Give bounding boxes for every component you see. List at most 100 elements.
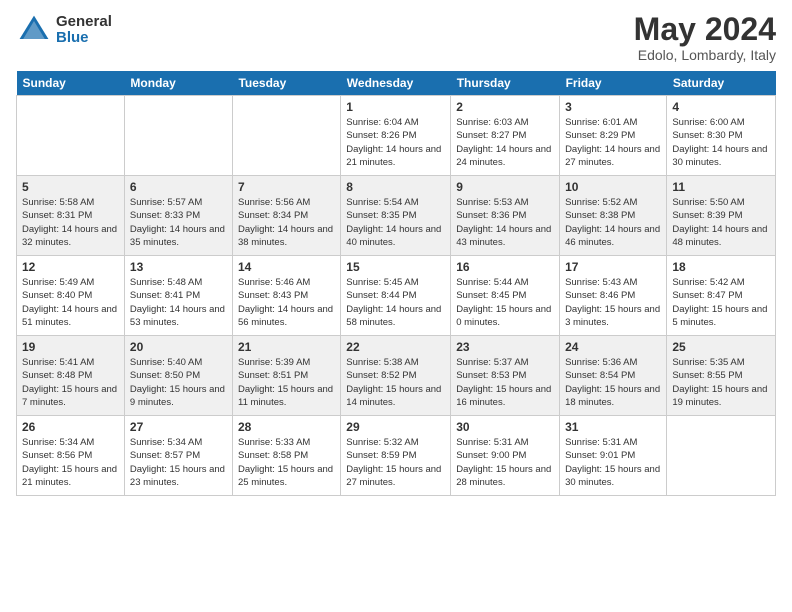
calendar-day: 3Sunrise: 6:01 AM Sunset: 8:29 PM Daylig… bbox=[560, 96, 667, 176]
day-number: 6 bbox=[130, 180, 227, 194]
day-number: 28 bbox=[238, 420, 335, 434]
day-info: Sunrise: 5:56 AM Sunset: 8:34 PM Dayligh… bbox=[238, 196, 335, 249]
calendar-day bbox=[667, 416, 776, 496]
day-number: 30 bbox=[456, 420, 554, 434]
calendar-day: 18 Sunrise: 5:42 AM Sunset: 8:47 PM Dayli… bbox=[667, 256, 776, 336]
day-number: 29 bbox=[346, 420, 445, 434]
col-saturday: Saturday bbox=[667, 71, 776, 96]
calendar-day: 8 Sunrise: 5:54 AM Sunset: 8:35 PM Daylig… bbox=[341, 176, 451, 256]
calendar-day: 9Sunrise: 5:53 AM Sunset: 8:36 PM Daylig… bbox=[451, 176, 560, 256]
day-number: 2 bbox=[456, 100, 554, 114]
calendar-day bbox=[232, 96, 340, 176]
calendar-day: 29 Sunrise: 5:32 AM Sunset: 8:59 PM Dayli… bbox=[341, 416, 451, 496]
day-number: 15 bbox=[346, 260, 445, 274]
day-info: Sunrise: 5:46 AM Sunset: 8:43 PM Dayligh… bbox=[238, 276, 335, 329]
day-number: 4 bbox=[672, 100, 770, 114]
day-number: 10 bbox=[565, 180, 661, 194]
day-info: Sunrise: 6:04 AM Sunset: 8:26 PM Dayligh… bbox=[346, 116, 445, 169]
col-friday: Friday bbox=[560, 71, 667, 96]
calendar-day: 16Sunrise: 5:44 AM Sunset: 8:45 PM Dayli… bbox=[451, 256, 560, 336]
day-info: Sunrise: 5:45 AM Sunset: 8:44 PM Dayligh… bbox=[346, 276, 445, 329]
calendar-week-3: 12 Sunrise: 5:49 AM Sunset: 8:40 PM Dayli… bbox=[17, 256, 776, 336]
logo-general: General bbox=[56, 14, 112, 31]
day-info: Sunrise: 5:38 AM Sunset: 8:52 PM Dayligh… bbox=[346, 356, 445, 409]
calendar-day: 26 Sunrise: 5:34 AM Sunset: 8:56 PM Dayli… bbox=[17, 416, 125, 496]
day-number: 22 bbox=[346, 340, 445, 354]
day-info: Sunrise: 5:39 AM Sunset: 8:51 PM Dayligh… bbox=[238, 356, 335, 409]
calendar-day: 31Sunrise: 5:31 AM Sunset: 9:01 PM Dayli… bbox=[560, 416, 667, 496]
day-number: 12 bbox=[22, 260, 119, 274]
day-info: Sunrise: 5:31 AM Sunset: 9:01 PM Dayligh… bbox=[565, 436, 661, 489]
month-title: May 2024 bbox=[634, 12, 776, 47]
calendar-day: 1Sunrise: 6:04 AM Sunset: 8:26 PM Daylig… bbox=[341, 96, 451, 176]
day-info: Sunrise: 5:58 AM Sunset: 8:31 PM Dayligh… bbox=[22, 196, 119, 249]
day-info: Sunrise: 5:34 AM Sunset: 8:56 PM Dayligh… bbox=[22, 436, 119, 489]
col-monday: Monday bbox=[124, 71, 232, 96]
day-info: Sunrise: 5:33 AM Sunset: 8:58 PM Dayligh… bbox=[238, 436, 335, 489]
day-info: Sunrise: 6:00 AM Sunset: 8:30 PM Dayligh… bbox=[672, 116, 770, 169]
col-wednesday: Wednesday bbox=[341, 71, 451, 96]
day-info: Sunrise: 5:32 AM Sunset: 8:59 PM Dayligh… bbox=[346, 436, 445, 489]
page: General Blue May 2024 Edolo, Lombardy, I… bbox=[0, 0, 792, 508]
calendar-table: Sunday Monday Tuesday Wednesday Thursday… bbox=[16, 71, 776, 496]
col-tuesday: Tuesday bbox=[232, 71, 340, 96]
day-number: 25 bbox=[672, 340, 770, 354]
day-number: 24 bbox=[565, 340, 661, 354]
day-info: Sunrise: 6:03 AM Sunset: 8:27 PM Dayligh… bbox=[456, 116, 554, 169]
day-number: 18 bbox=[672, 260, 770, 274]
day-info: Sunrise: 5:44 AM Sunset: 8:45 PM Dayligh… bbox=[456, 276, 554, 329]
calendar-day: 14 Sunrise: 5:46 AM Sunset: 8:43 PM Dayli… bbox=[232, 256, 340, 336]
day-number: 23 bbox=[456, 340, 554, 354]
day-number: 8 bbox=[346, 180, 445, 194]
day-info: Sunrise: 5:40 AM Sunset: 8:50 PM Dayligh… bbox=[130, 356, 227, 409]
logo-text: General Blue bbox=[56, 14, 112, 47]
day-number: 13 bbox=[130, 260, 227, 274]
day-number: 7 bbox=[238, 180, 335, 194]
calendar-day: 30 Sunrise: 5:31 AM Sunset: 9:00 PM Dayli… bbox=[451, 416, 560, 496]
day-info: Sunrise: 5:31 AM Sunset: 9:00 PM Dayligh… bbox=[456, 436, 554, 489]
calendar-day: 4 Sunrise: 6:00 AM Sunset: 8:30 PM Daylig… bbox=[667, 96, 776, 176]
day-number: 11 bbox=[672, 180, 770, 194]
col-thursday: Thursday bbox=[451, 71, 560, 96]
day-info: Sunrise: 5:49 AM Sunset: 8:40 PM Dayligh… bbox=[22, 276, 119, 329]
logo: General Blue bbox=[16, 12, 112, 48]
generalblue-logo-icon bbox=[16, 12, 52, 48]
day-info: Sunrise: 5:54 AM Sunset: 8:35 PM Dayligh… bbox=[346, 196, 445, 249]
day-info: Sunrise: 5:57 AM Sunset: 8:33 PM Dayligh… bbox=[130, 196, 227, 249]
day-info: Sunrise: 5:42 AM Sunset: 8:47 PM Dayligh… bbox=[672, 276, 770, 329]
calendar-day: 25 Sunrise: 5:35 AM Sunset: 8:55 PM Dayli… bbox=[667, 336, 776, 416]
day-number: 27 bbox=[130, 420, 227, 434]
calendar-day: 19 Sunrise: 5:41 AM Sunset: 8:48 PM Dayli… bbox=[17, 336, 125, 416]
day-info: Sunrise: 5:35 AM Sunset: 8:55 PM Dayligh… bbox=[672, 356, 770, 409]
col-sunday: Sunday bbox=[17, 71, 125, 96]
calendar-day: 11 Sunrise: 5:50 AM Sunset: 8:39 PM Dayli… bbox=[667, 176, 776, 256]
header-row: Sunday Monday Tuesday Wednesday Thursday… bbox=[17, 71, 776, 96]
day-info: Sunrise: 5:41 AM Sunset: 8:48 PM Dayligh… bbox=[22, 356, 119, 409]
location: Edolo, Lombardy, Italy bbox=[634, 47, 776, 63]
calendar-day: 22 Sunrise: 5:38 AM Sunset: 8:52 PM Dayli… bbox=[341, 336, 451, 416]
calendar-week-1: 1Sunrise: 6:04 AM Sunset: 8:26 PM Daylig… bbox=[17, 96, 776, 176]
calendar-week-4: 19 Sunrise: 5:41 AM Sunset: 8:48 PM Dayli… bbox=[17, 336, 776, 416]
day-number: 3 bbox=[565, 100, 661, 114]
day-info: Sunrise: 5:52 AM Sunset: 8:38 PM Dayligh… bbox=[565, 196, 661, 249]
day-number: 19 bbox=[22, 340, 119, 354]
day-number: 26 bbox=[22, 420, 119, 434]
header: General Blue May 2024 Edolo, Lombardy, I… bbox=[16, 12, 776, 63]
day-info: Sunrise: 5:34 AM Sunset: 8:57 PM Dayligh… bbox=[130, 436, 227, 489]
calendar-day: 27 Sunrise: 5:34 AM Sunset: 8:57 PM Dayli… bbox=[124, 416, 232, 496]
calendar-day bbox=[17, 96, 125, 176]
calendar-day: 6 Sunrise: 5:57 AM Sunset: 8:33 PM Daylig… bbox=[124, 176, 232, 256]
day-info: Sunrise: 5:50 AM Sunset: 8:39 PM Dayligh… bbox=[672, 196, 770, 249]
day-number: 17 bbox=[565, 260, 661, 274]
calendar-day: 2 Sunrise: 6:03 AM Sunset: 8:27 PM Daylig… bbox=[451, 96, 560, 176]
calendar-week-2: 5Sunrise: 5:58 AM Sunset: 8:31 PM Daylig… bbox=[17, 176, 776, 256]
day-info: Sunrise: 5:48 AM Sunset: 8:41 PM Dayligh… bbox=[130, 276, 227, 329]
logo-blue: Blue bbox=[56, 30, 112, 47]
day-number: 14 bbox=[238, 260, 335, 274]
calendar-day: 23Sunrise: 5:37 AM Sunset: 8:53 PM Dayli… bbox=[451, 336, 560, 416]
title-block: May 2024 Edolo, Lombardy, Italy bbox=[634, 12, 776, 63]
calendar-week-5: 26 Sunrise: 5:34 AM Sunset: 8:56 PM Dayli… bbox=[17, 416, 776, 496]
calendar-day: 24Sunrise: 5:36 AM Sunset: 8:54 PM Dayli… bbox=[560, 336, 667, 416]
calendar-day: 5Sunrise: 5:58 AM Sunset: 8:31 PM Daylig… bbox=[17, 176, 125, 256]
calendar-day bbox=[124, 96, 232, 176]
